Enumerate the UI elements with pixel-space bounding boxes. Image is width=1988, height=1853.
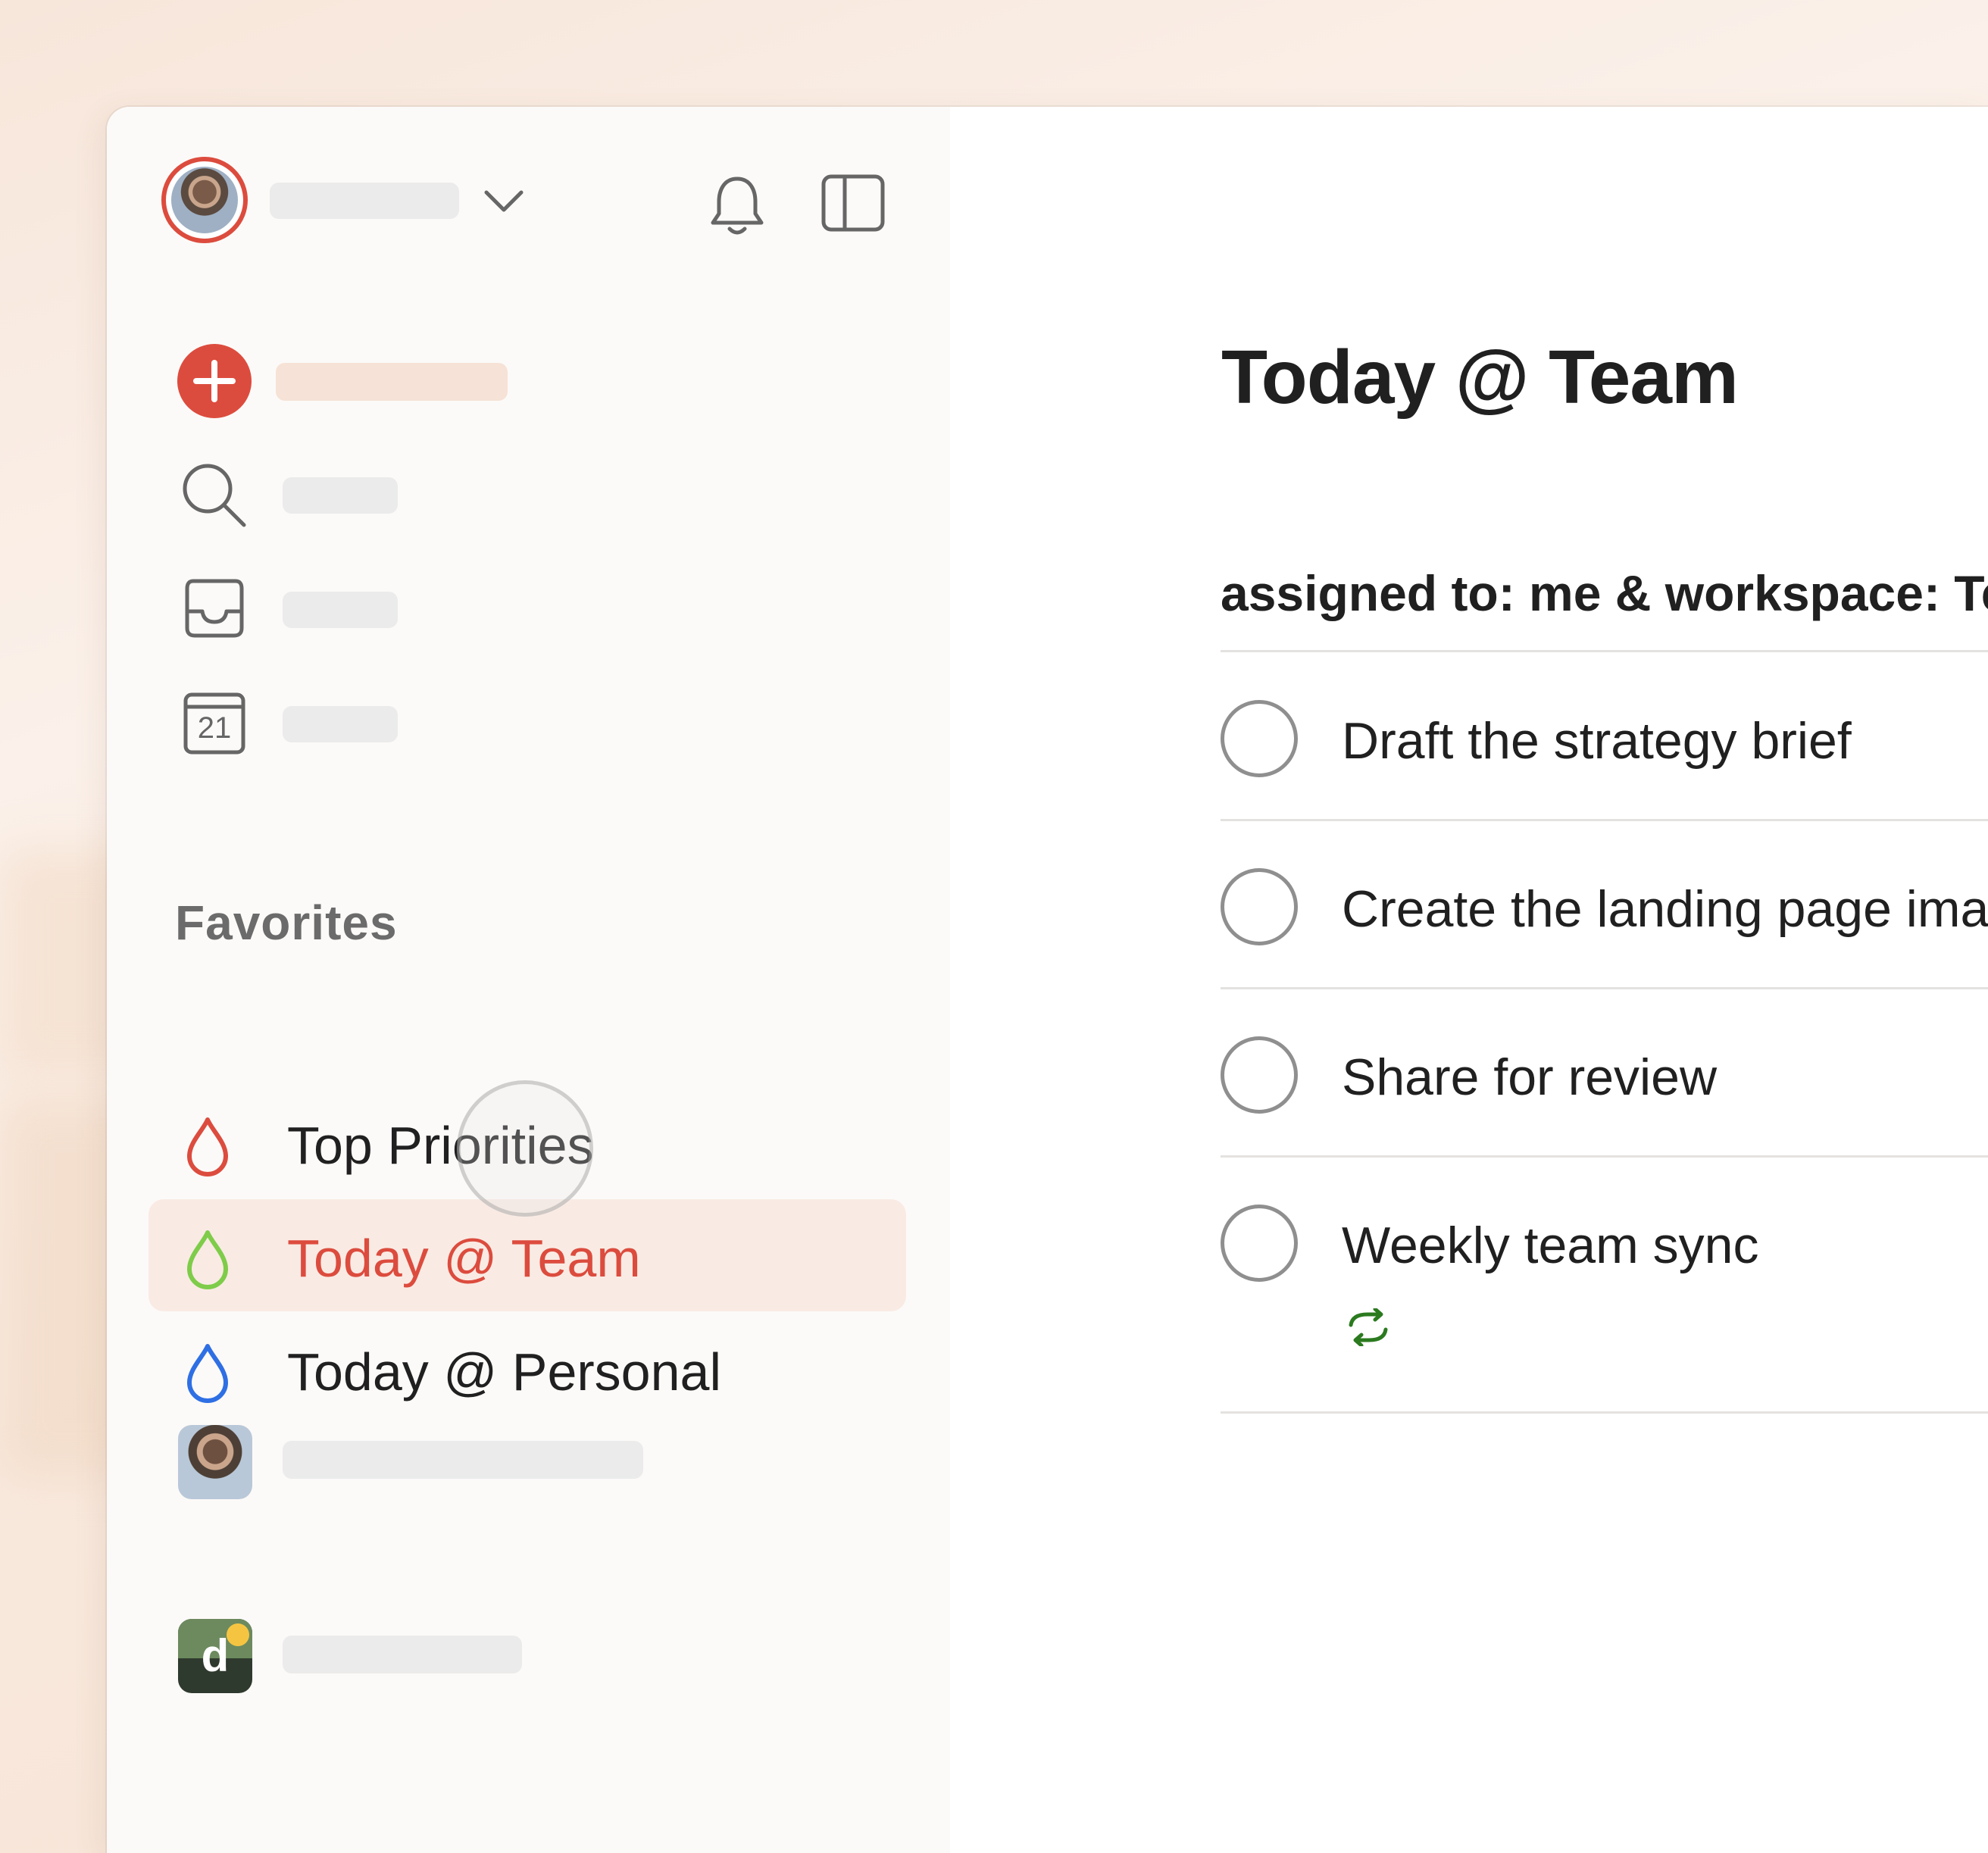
task-title[interactable]: Draft the strategy brief xyxy=(1342,711,1852,770)
filter-drop-icon xyxy=(187,1117,228,1176)
avatar-photo xyxy=(171,167,238,233)
bell-icon[interactable] xyxy=(707,171,767,239)
task-checkbox[interactable] xyxy=(1221,700,1298,777)
personal-workspace-avatar[interactable] xyxy=(178,1425,252,1499)
sidebar: 21 Favorites Top Priorities Today @ Team… xyxy=(107,107,950,1853)
filter-drop-icon xyxy=(187,1344,228,1403)
personal-workspace-placeholder[interactable] xyxy=(283,1441,643,1479)
add-task-label-placeholder[interactable] xyxy=(276,363,508,401)
workspace-letter: d xyxy=(201,1630,230,1681)
calendar-day: 21 xyxy=(197,711,232,745)
chevron-down-icon[interactable] xyxy=(482,185,526,215)
task-row[interactable]: Draft the strategy brief xyxy=(1221,652,1988,819)
team-workspace-avatar[interactable]: d xyxy=(178,1619,252,1693)
upcoming-label-placeholder[interactable] xyxy=(283,706,398,742)
task-title[interactable]: Weekly team sync xyxy=(1342,1216,1758,1275)
main-content: Today @ Team assigned to: me & workspace… xyxy=(950,107,1988,1853)
task-row[interactable]: Share for review xyxy=(1221,989,1988,1155)
cursor-indicator xyxy=(457,1080,593,1217)
search-icon[interactable] xyxy=(180,461,248,530)
add-task-icon[interactable] xyxy=(177,343,252,419)
page-title: Today @ Team xyxy=(1221,335,1739,420)
task-checkbox[interactable] xyxy=(1221,1205,1298,1282)
task-title[interactable]: Share for review xyxy=(1342,1048,1717,1107)
task-checkbox[interactable] xyxy=(1221,1036,1298,1114)
task-row[interactable]: Weekly team sync xyxy=(1221,1157,1988,1407)
sidebar-toggle-icon[interactable] xyxy=(821,173,886,233)
app-window: 21 Favorites Top Priorities Today @ Team… xyxy=(107,107,1988,1853)
favorite-today-personal[interactable]: Today @ Personal xyxy=(148,1313,906,1425)
username-placeholder xyxy=(270,183,459,219)
favorites-heading: Favorites xyxy=(175,895,398,950)
inbox-icon[interactable] xyxy=(183,577,246,640)
task-checkbox[interactable] xyxy=(1221,868,1298,945)
divider xyxy=(1221,1411,1988,1414)
task-row[interactable]: Create the landing page image xyxy=(1221,820,1988,987)
search-label-placeholder[interactable] xyxy=(283,477,398,514)
filter-drop-icon xyxy=(187,1230,228,1289)
task-title[interactable]: Create the landing page image xyxy=(1342,880,1988,939)
filter-query: assigned to: me & workspace: Tea xyxy=(1221,565,1988,621)
recurring-icon xyxy=(1349,1308,1388,1346)
user-avatar[interactable] xyxy=(161,157,248,243)
favorite-label: Today @ Team xyxy=(287,1229,641,1288)
calendar-icon[interactable]: 21 xyxy=(183,692,246,755)
favorite-label: Today @ Personal xyxy=(287,1342,722,1401)
team-workspace-placeholder[interactable] xyxy=(283,1636,522,1673)
inbox-label-placeholder[interactable] xyxy=(283,592,398,628)
